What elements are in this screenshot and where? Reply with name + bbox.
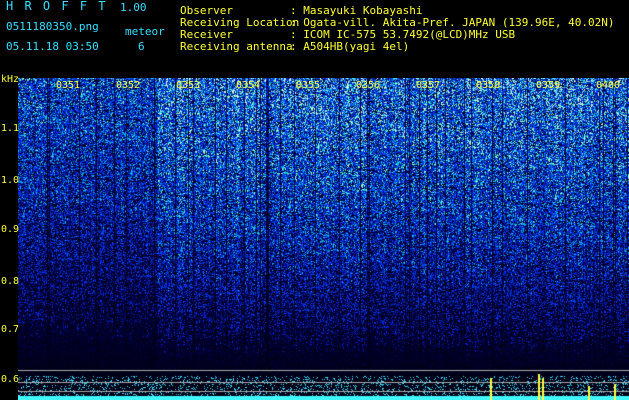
- frequency-axis: kHz 1.1 1.0 0.9 0.8 0.7 0.6: [0, 74, 20, 400]
- time-tick-0352: 0352: [116, 80, 141, 91]
- antenna-value: : A504HB(yagi 4el): [290, 40, 410, 53]
- time-tick-0400: 0400: [596, 80, 621, 91]
- time-tick-0354: 0354: [236, 80, 261, 91]
- mode-label: meteor: [125, 25, 165, 38]
- spectrogram: [18, 78, 629, 400]
- freq-tick-0.8: 0.8: [1, 276, 20, 287]
- file-name: 0511180350.png: [6, 20, 99, 33]
- frequency-unit: kHz: [1, 74, 20, 85]
- freq-tick-0.9: 0.9: [1, 224, 20, 235]
- time-tick-0355: 0355: [296, 80, 321, 91]
- program-name: H R O F F T: [6, 0, 108, 13]
- freq-tick-0.6: 0.6: [1, 374, 20, 385]
- program-version: 1.00: [120, 1, 147, 14]
- antenna-label: Receiving antenna: [180, 40, 293, 53]
- header-panel: H R O F F T 1.00 0511180350.png meteor 0…: [0, 0, 629, 78]
- meteor-count: 6: [138, 40, 145, 53]
- freq-tick-1.0: 1.0: [1, 175, 20, 186]
- time-tick-0359: 0359: [536, 80, 561, 91]
- date-time: 05.11.18 03:50: [6, 40, 99, 53]
- time-tick-0357: 0357: [416, 80, 441, 91]
- time-tick-0351: 0351: [56, 80, 81, 91]
- time-tick-0358: 0358: [476, 80, 501, 91]
- time-tick-0356: 0356: [356, 80, 381, 91]
- time-tick-0353: 0353: [176, 80, 201, 91]
- freq-tick-0.7: 0.7: [1, 324, 20, 335]
- freq-tick-1.1: 1.1: [1, 123, 20, 134]
